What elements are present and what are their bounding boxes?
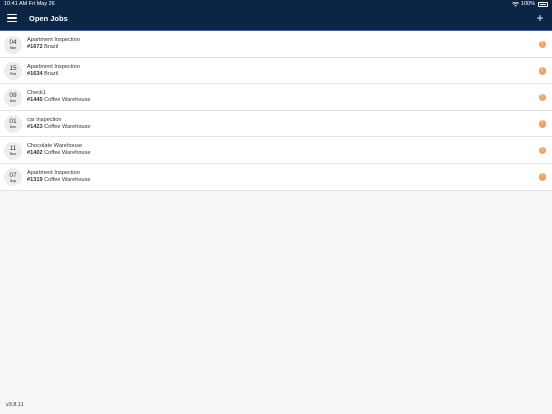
date-badge: 09 Dec: [4, 88, 22, 107]
job-number: #1672: [27, 44, 43, 50]
battery-percent: 100%: [520, 1, 535, 7]
alert-icon: !: [538, 93, 546, 102]
date-day: 07: [9, 171, 17, 179]
job-row[interactable]: 09 Dec Check1 #1445 Coffee Warehouse !: [0, 84, 552, 111]
app-version: v3.8.11: [6, 402, 24, 408]
date-day: 04: [9, 38, 17, 46]
date-month: Dec: [9, 98, 17, 103]
job-name: Apartment Inspection: [27, 63, 80, 70]
job-number: #1319: [27, 176, 43, 183]
alert-icon: !: [538, 146, 546, 155]
date-badge: 07 Sep: [4, 168, 22, 187]
menu-icon[interactable]: [7, 13, 17, 23]
job-subtitle: #1672 Brazil: [27, 44, 58, 50]
status-indicators: 100%: [511, 0, 548, 9]
job-subtitle: #1634 Brazil: [27, 71, 58, 77]
alert-icon: !: [538, 67, 546, 75]
alert-icon: !: [538, 120, 546, 128]
job-location: Coffee Warehouse: [44, 176, 91, 183]
date-month: Mar: [9, 45, 17, 50]
job-name: Chocolate Warehouse: [27, 143, 83, 150]
battery-icon: [538, 2, 548, 7]
job-number: #1634: [27, 70, 43, 77]
alert-icon: !: [538, 173, 546, 181]
date-day: 15: [9, 65, 17, 73]
job-subtitle: #1402 Coffee Warehouse: [27, 150, 90, 156]
date-month: Dec: [9, 125, 17, 130]
wifi-icon: [511, 2, 519, 7]
job-name: car inspection: [27, 116, 62, 123]
job-location: Brazil: [44, 70, 59, 77]
date-badge: 11 Nov: [4, 141, 22, 160]
job-row[interactable]: 11 Nov Chocolate Warehouse #1402 Coffee …: [0, 137, 552, 164]
job-subtitle: #1445 Coffee Warehouse: [27, 97, 90, 103]
job-name: Check1: [27, 90, 46, 97]
job-location: Brazil: [44, 44, 59, 50]
status-time-date: 10:41 AM Fri May 26: [4, 1, 55, 7]
job-subtitle: #1423 Coffee Warehouse: [27, 124, 90, 130]
status-bar: 10:41 AM Fri May 26 100%: [0, 0, 552, 9]
job-name: Apartment Inspection: [27, 37, 80, 43]
date-month: Nov: [9, 152, 17, 157]
job-row[interactable]: 07 Sep Apartment Inspection #1319 Coffee…: [0, 164, 552, 191]
job-location: Coffee Warehouse: [44, 150, 91, 157]
job-location: Coffee Warehouse: [44, 97, 91, 104]
date-badge: 01 Dec: [4, 115, 22, 134]
job-subtitle: #1319 Coffee Warehouse: [27, 177, 90, 183]
job-number: #1445: [27, 97, 43, 104]
date-day: 09: [9, 91, 17, 99]
date-badge: 15 Feb: [4, 62, 22, 81]
add-job-button[interactable]: +: [534, 11, 546, 25]
job-name: Apartment Inspection: [27, 169, 80, 176]
job-row[interactable]: 01 Dec car inspection #1423 Coffee Wareh…: [0, 111, 552, 138]
job-list: 04 Mar Apartment Inspection #1672 Brazil…: [0, 31, 552, 191]
job-number: #1402: [27, 150, 43, 157]
date-day: 11: [9, 145, 17, 153]
job-row[interactable]: 15 Feb Apartment Inspection #1634 Brazil…: [0, 58, 552, 85]
job-number: #1423: [27, 123, 43, 130]
page-title: Open Jobs: [29, 14, 68, 23]
alert-icon: !: [538, 40, 546, 48]
job-location: Coffee Warehouse: [44, 123, 91, 130]
date-month: Feb: [9, 72, 17, 77]
nav-bar: Open Jobs +: [0, 9, 552, 30]
job-row[interactable]: 04 Mar Apartment Inspection #1672 Brazil…: [0, 31, 552, 58]
date-month: Sep: [9, 178, 17, 183]
date-day: 01: [9, 118, 17, 126]
date-badge: 04 Mar: [4, 35, 22, 54]
